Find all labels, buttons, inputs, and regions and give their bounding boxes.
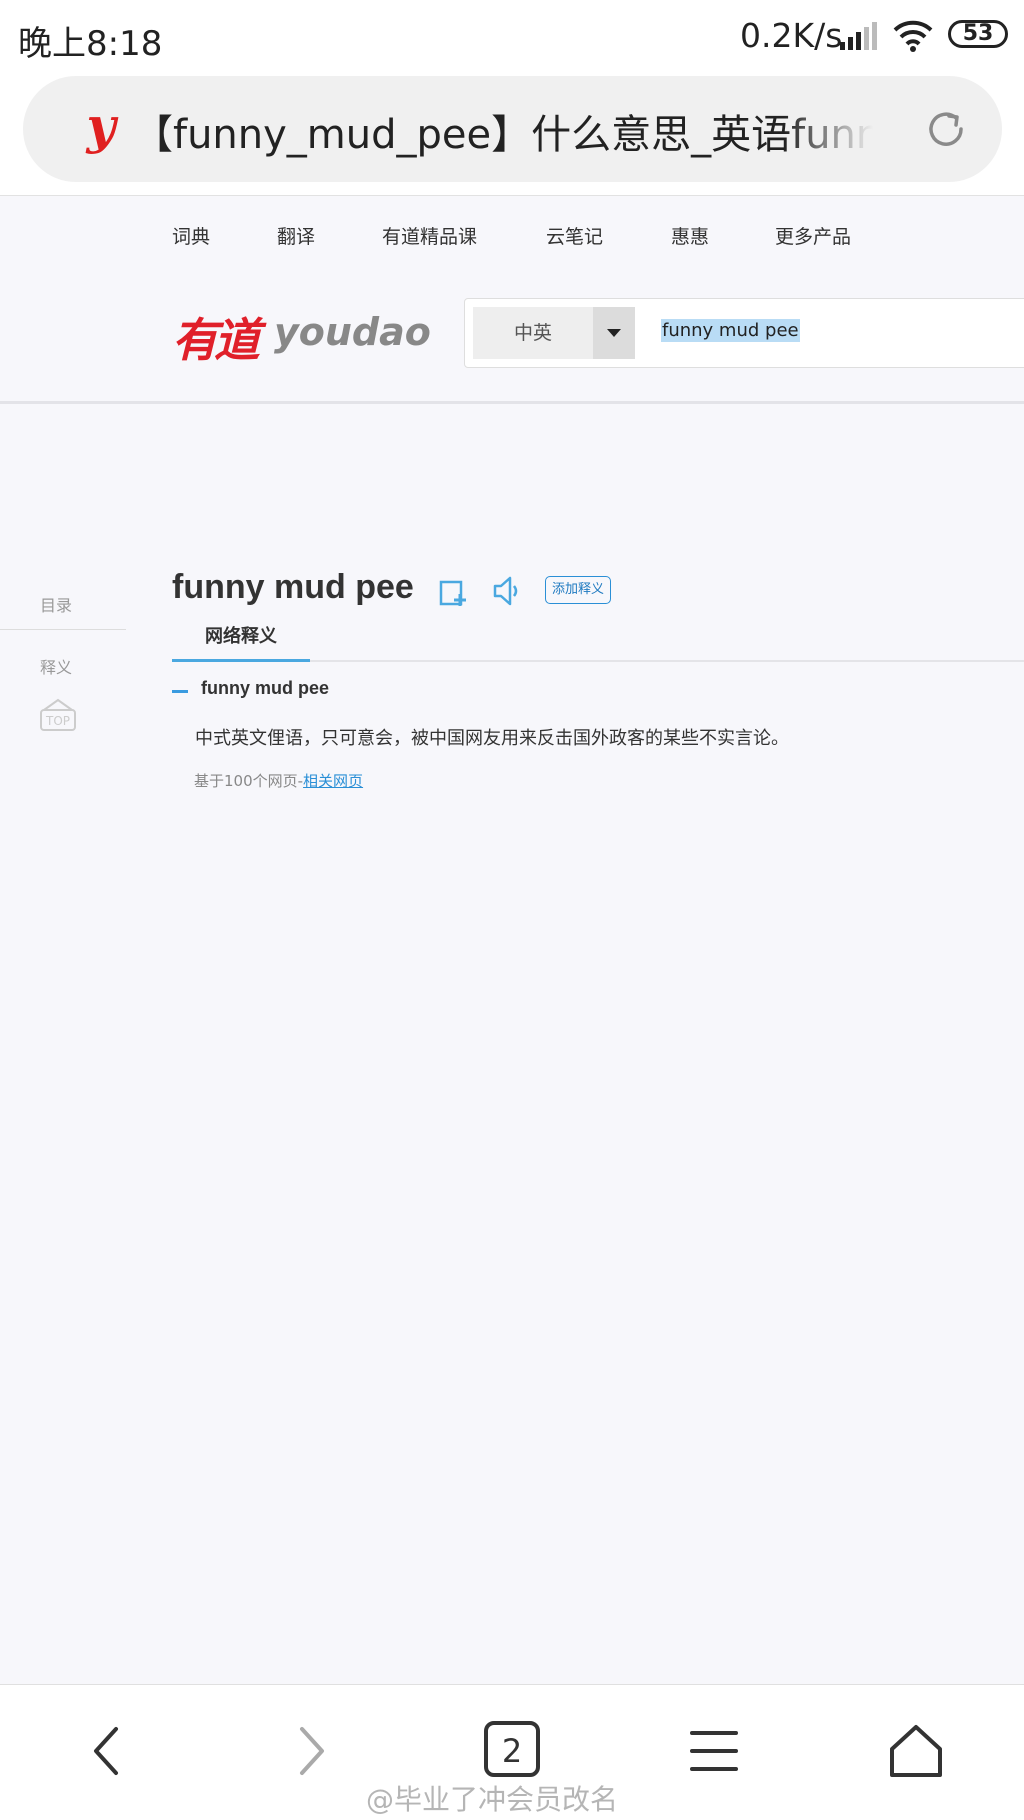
nav-item-huihui[interactable]: 惠惠 [671, 222, 709, 249]
nav-item-dictionary[interactable]: 词典 [172, 222, 210, 249]
back-to-top-icon[interactable]: TOP [38, 696, 78, 734]
tabs-icon[interactable]: 2 [482, 1721, 542, 1781]
forward-icon[interactable] [280, 1721, 340, 1781]
search-box: 中英 funny mud pee [464, 298, 1024, 368]
browser-toolbar: y 【funny_mud_pee】什么意思_英语funny_mud_pee的翻译… [0, 72, 1024, 196]
network-speed: 0.2K/s [740, 16, 843, 55]
top-label: TOP [45, 714, 70, 728]
add-to-wordbook-icon[interactable] [438, 578, 468, 608]
wifi-icon [893, 20, 933, 52]
top-nav: 词典 翻译 有道精品课 云笔记 惠惠 更多产品 [0, 222, 1024, 252]
toc-item-definition[interactable]: 释义 [40, 654, 72, 678]
add-definition-button[interactable]: 添加释义 [545, 576, 611, 604]
site-favicon-icon: y [86, 96, 116, 155]
divider [0, 629, 126, 630]
youdao-logo[interactable]: 有道 youdao [172, 304, 431, 367]
definition-tabs: 网络释义 [172, 620, 1024, 662]
related-pages-link[interactable]: 相关网页 [303, 772, 363, 790]
watermark: @毕业了冲会员改名 [366, 1783, 619, 1816]
back-icon[interactable] [78, 1721, 138, 1781]
site-header: 词典 翻译 有道精品课 云笔记 惠惠 更多产品 有道 youdao 中英 fun… [0, 196, 1024, 404]
page-title[interactable]: 【funny_mud_pee】什么意思_英语funny_mud_pee的翻译_音… [133, 102, 873, 158]
address-bar[interactable]: y 【funny_mud_pee】什么意思_英语funny_mud_pee的翻译… [23, 76, 1002, 182]
reload-icon[interactable] [923, 106, 969, 152]
definition-text: 中式英文俚语，只可意会，被中国网友用来反击国外政客的某些不实言论。 [195, 728, 789, 749]
language-select[interactable]: 中英 [473, 307, 593, 359]
status-time: 晚上8:18 [18, 24, 163, 64]
signal-icon [840, 22, 877, 50]
tab-web-definition[interactable]: 网络释义 [172, 620, 310, 662]
word-title: funny mud pee [172, 568, 414, 606]
nav-item-translate[interactable]: 翻译 [277, 222, 315, 249]
definition-source: 基于100个网页-相关网页 [194, 770, 363, 791]
speaker-icon[interactable] [492, 574, 520, 608]
source-prefix: 基于100个网页- [194, 772, 304, 790]
definition-word: funny mud pee [201, 678, 330, 698]
chevron-down-icon[interactable] [593, 307, 635, 359]
nav-item-cloud-note[interactable]: 云笔记 [546, 222, 603, 249]
search-input[interactable]: funny mud pee [661, 319, 800, 342]
logo-cn: 有道 [172, 313, 260, 367]
menu-icon[interactable] [684, 1721, 744, 1781]
nav-item-courses[interactable]: 有道精品课 [382, 222, 477, 249]
bullet-dash [172, 690, 188, 693]
battery-indicator: 53 [948, 20, 1008, 48]
nav-item-more-products[interactable]: 更多产品 [775, 222, 851, 249]
logo-en: youdao [274, 310, 431, 354]
tabs-count: 2 [502, 1732, 522, 1770]
status-bar: 晚上8:18 0.2K/s 53 [0, 0, 1024, 72]
toc-title: 目录 [40, 596, 73, 615]
home-icon[interactable] [886, 1721, 946, 1781]
